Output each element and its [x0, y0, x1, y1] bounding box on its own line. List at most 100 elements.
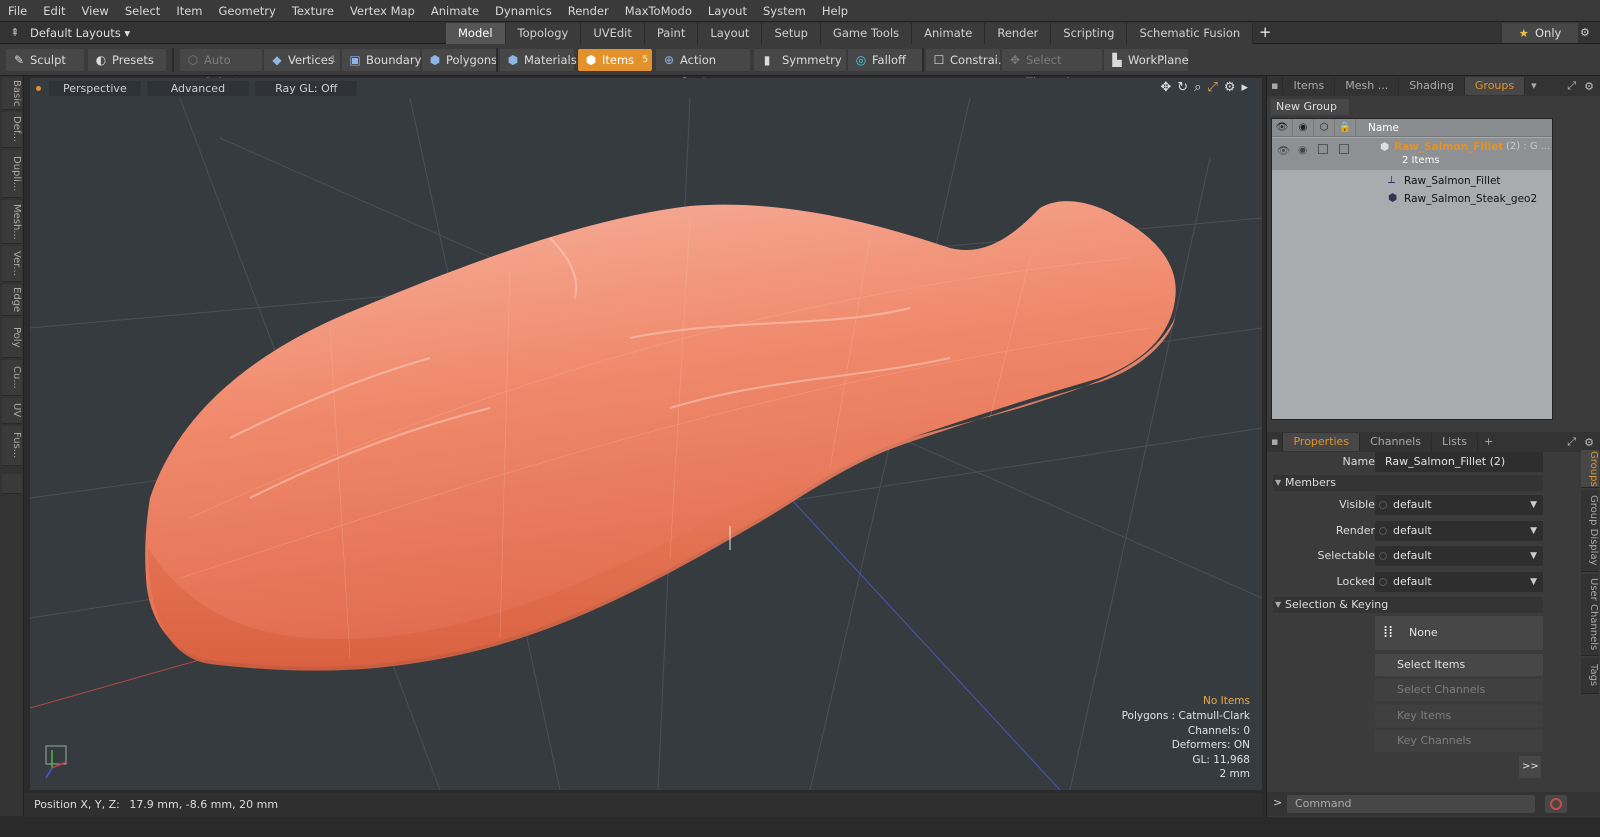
tab-setup[interactable]: Setup	[762, 23, 821, 44]
action-center-button[interactable]: ⊕Action Center	[656, 49, 750, 89]
key-channels-button[interactable]: Key Channels	[1375, 730, 1543, 752]
auto-select-button[interactable]: ⬡Auto Select	[180, 49, 262, 89]
lock-column-icon[interactable]: 🔒	[1335, 119, 1356, 136]
locked-dropdown[interactable]: default ▼	[1375, 572, 1543, 592]
strip-tab-fusion[interactable]: Fus...	[2, 426, 22, 466]
layout-home-icon[interactable]: ⇞	[0, 26, 30, 39]
tab-shading[interactable]: Shading	[1399, 77, 1465, 95]
none-button[interactable]: ⁞⁞ None	[1375, 616, 1543, 650]
move-view-icon[interactable]: ✥	[1160, 80, 1171, 95]
tab-groups[interactable]: Groups	[1464, 77, 1526, 95]
zoom-view-icon[interactable]: ⌕	[1194, 80, 1201, 95]
name-field[interactable]: Raw_Salmon_Fillet (2)	[1375, 452, 1543, 472]
visible-dropdown[interactable]: default ▼	[1375, 495, 1543, 515]
tab-topology[interactable]: Topology	[505, 23, 582, 44]
constraints-button[interactable]: ☐ Constrai...	[926, 49, 1009, 71]
add-tab-icon[interactable]: +	[1253, 22, 1277, 44]
add-properties-tab-icon[interactable]: +	[1478, 433, 1499, 451]
panel-dropdown-icon[interactable]: ▾	[1525, 77, 1543, 95]
rotate-view-icon[interactable]: ↻	[1177, 80, 1188, 95]
properties-gear-icon[interactable]: ⚙	[1584, 436, 1594, 449]
side-tab-groups[interactable]: Groups	[1581, 450, 1599, 488]
menu-dynamics[interactable]: Dynamics	[487, 0, 560, 22]
gear-icon[interactable]: ⚙	[1580, 22, 1590, 44]
select-items-button[interactable]: Select Items	[1375, 654, 1543, 676]
side-tab-user-channels[interactable]: User Channels	[1581, 574, 1599, 656]
tab-channels[interactable]: Channels	[1360, 433, 1432, 451]
materials-button[interactable]: ⬢ Materials	[500, 49, 577, 71]
tab-uvedit[interactable]: UVEdit	[581, 23, 645, 44]
tab-scripting[interactable]: Scripting	[1051, 23, 1128, 44]
group-row[interactable]: 👁 ◉ ⬢ Raw_Salmon_Fillet (2) : G ... 2 It…	[1272, 138, 1552, 170]
tab-game-tools[interactable]: Game Tools	[820, 23, 913, 44]
render-dropdown[interactable]: default ▼	[1375, 521, 1543, 541]
menu-help[interactable]: Help	[814, 0, 856, 22]
group-child-row[interactable]: ⬢ Raw_Salmon_Steak_geo2	[1272, 190, 1552, 208]
workplane-button[interactable]: ▙ WorkPlane	[1104, 49, 1189, 71]
presets-button[interactable]: ◐ Presets	[88, 49, 166, 71]
members-section[interactable]: ▼ Members	[1273, 475, 1543, 491]
menu-item[interactable]: Item	[168, 0, 210, 22]
boundary-button[interactable]: ▣ Boundary	[342, 49, 421, 71]
new-group-button[interactable]: New Group	[1271, 99, 1349, 115]
strip-tab-polygon[interactable]: Poly	[2, 318, 22, 358]
group-visibility-icon[interactable]: 👁	[1277, 144, 1290, 157]
group-child-row[interactable]: ⟂ Raw_Salmon_Fillet	[1272, 172, 1552, 190]
selectable-column-icon[interactable]: ⬡	[1314, 119, 1335, 136]
tab-animate[interactable]: Animate	[912, 23, 986, 44]
panel-gear-icon[interactable]: ⚙	[1584, 80, 1594, 93]
menu-texture[interactable]: Texture	[284, 0, 342, 22]
layout-dropdown[interactable]: Default Layouts ▾	[30, 26, 140, 40]
strip-expand-button[interactable]	[2, 474, 22, 494]
strip-tab-basic[interactable]: Basic	[2, 78, 22, 110]
menu-system[interactable]: System	[755, 0, 814, 22]
menu-vertex-map[interactable]: Vertex Map	[342, 0, 423, 22]
falloff-button[interactable]: ◎ Falloff	[848, 49, 922, 71]
selection-keying-section[interactable]: ▼ Selection & Keying	[1273, 597, 1543, 613]
panel-menu-icon[interactable]: ▪	[1267, 77, 1284, 95]
more-button[interactable]: >>	[1519, 756, 1541, 778]
group-selectable-icon[interactable]	[1318, 144, 1328, 154]
3d-viewport[interactable]: Perspective Advanced Ray GL: Off ✥ ↻ ⌕ ⤢…	[30, 78, 1262, 790]
tab-schematic-fusion[interactable]: Schematic Fusion	[1127, 23, 1254, 44]
strip-tab-edge[interactable]: Edge	[2, 284, 22, 316]
vertices-button[interactable]: ◆ Vertices 1	[264, 49, 340, 71]
perspective-button[interactable]: Perspective	[49, 80, 141, 96]
record-macro-button[interactable]	[1545, 795, 1567, 813]
tab-properties[interactable]: Properties	[1283, 433, 1361, 451]
viewport-more-icon[interactable]: ▸	[1241, 80, 1248, 95]
advanced-button[interactable]: Advanced	[146, 80, 250, 96]
strip-tab-vertex[interactable]: Ver...	[2, 246, 22, 282]
tab-layout[interactable]: Layout	[698, 23, 763, 44]
command-input[interactable]: Command	[1287, 795, 1535, 813]
menu-select[interactable]: Select	[117, 0, 168, 22]
menu-render[interactable]: Render	[560, 0, 617, 22]
strip-tab-mesh[interactable]: Mesh...	[2, 200, 22, 244]
viewport-dot-icon[interactable]	[36, 85, 41, 91]
render-column-icon[interactable]: ◉	[1293, 119, 1314, 136]
menu-layout[interactable]: Layout	[700, 0, 755, 22]
menu-animate[interactable]: Animate	[423, 0, 487, 22]
strip-tab-deform[interactable]: Def...	[2, 112, 22, 148]
raygl-button[interactable]: Ray GL: Off	[255, 80, 358, 96]
tab-paint[interactable]: Paint	[644, 23, 699, 44]
side-tab-group-display[interactable]: Group Display	[1581, 490, 1599, 572]
key-items-button[interactable]: Key Items	[1375, 705, 1543, 727]
menu-file[interactable]: File	[0, 0, 35, 22]
strip-tab-uv[interactable]: UV	[2, 398, 22, 424]
expand-panel-icon[interactable]: ⤢	[1567, 79, 1576, 93]
visibility-column-icon[interactable]: 👁	[1272, 119, 1293, 136]
tab-model[interactable]: Model	[446, 23, 506, 44]
side-tab-tags[interactable]: Tags	[1581, 658, 1599, 694]
strip-tab-duplicate[interactable]: Dupli...	[2, 150, 22, 198]
menu-edit[interactable]: Edit	[35, 0, 73, 22]
group-lock-icon[interactable]	[1339, 144, 1349, 154]
symmetry-button[interactable]: ▮ Symmetry	[754, 49, 846, 71]
menu-maxtomodo[interactable]: MaxToModo	[617, 0, 700, 22]
menu-view[interactable]: View	[74, 0, 117, 22]
strip-tab-curve[interactable]: Cu...	[2, 360, 22, 396]
properties-menu-icon[interactable]: ▪	[1267, 433, 1284, 451]
sculpt-button[interactable]: ✎ Sculpt	[6, 49, 84, 71]
select-through-button[interactable]: ✥Select Through	[1002, 49, 1102, 89]
tab-mesh[interactable]: Mesh ...	[1335, 77, 1400, 95]
